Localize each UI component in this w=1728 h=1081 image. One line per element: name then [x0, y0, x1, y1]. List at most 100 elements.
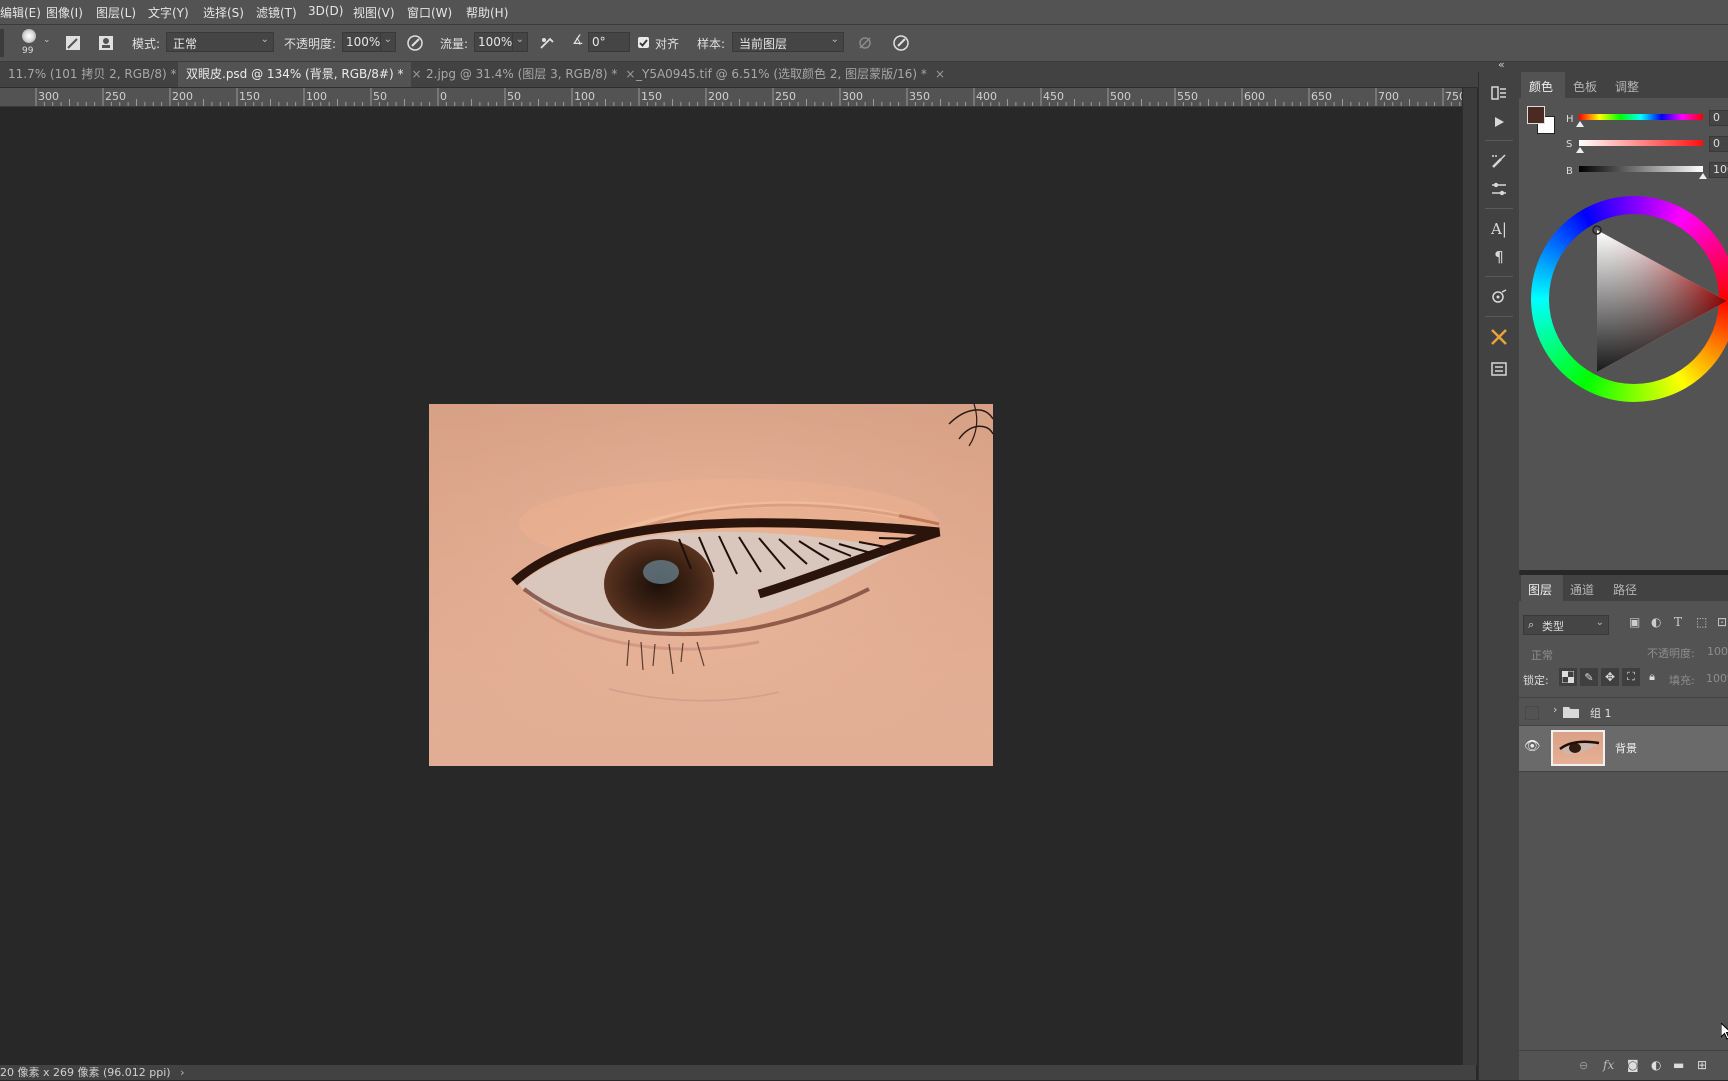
lock-all-icon[interactable]: 🔒︎ — [1643, 668, 1661, 686]
tab-document-1[interactable]: 11.7% (101 拷贝 2, RGB/8) *× — [0, 62, 195, 87]
airbrush-icon[interactable] — [537, 33, 557, 53]
filter-type-icon[interactable]: T — [1674, 615, 1682, 629]
tab-paths[interactable]: 路径 — [1613, 581, 1637, 598]
link-layers-icon[interactable]: ⊖ — [1579, 1059, 1588, 1072]
paragraph-icon[interactable]: ¶ — [1486, 244, 1512, 270]
chevron-right-icon[interactable]: › — [180, 1066, 184, 1079]
brush-picker-chevron-icon[interactable]: ⌄ — [43, 35, 51, 45]
menu-layer[interactable]: 图层(L) — [96, 4, 136, 21]
ruler-label: 450 — [1043, 90, 1064, 103]
sample-select[interactable]: 当前图层 ⌄ — [732, 32, 844, 52]
menu-3d[interactable]: 3D(D) — [308, 4, 343, 18]
opacity-dropdown[interactable]: ⌄ — [380, 32, 396, 52]
saturation-slider[interactable] — [1579, 140, 1703, 146]
tab-document-4[interactable]: _Y5A0945.tif @ 6.51% (选取颜色 2, 图层蒙版/16) *… — [628, 62, 945, 87]
filter-smart-object-icon[interactable]: ⊡ — [1717, 615, 1727, 629]
menu-bar: 编辑(E) 图像(I) 图层(L) 文字(Y) 选择(S) 滤镜(T) 3D(D… — [0, 0, 1728, 25]
filter-adjustment-icon[interactable]: ◐ — [1651, 615, 1661, 629]
menu-image[interactable]: 图像(I) — [46, 4, 83, 21]
layer-style-fx-icon[interactable]: fx — [1603, 1058, 1614, 1072]
eye-icon[interactable]: 👁︎ — [1524, 739, 1541, 754]
layer-thumbnail — [1551, 730, 1605, 766]
collapse-panels-icon[interactable]: « — [1498, 58, 1505, 71]
character-icon[interactable]: A| — [1486, 216, 1512, 242]
color-wheel[interactable] — [1531, 196, 1728, 402]
ignore-adjustment-layers-icon[interactable] — [855, 33, 875, 53]
tab-layers[interactable]: 图层 — [1528, 581, 1552, 598]
mode-select[interactable]: 正常 ⌄ — [166, 32, 274, 52]
add-mask-icon[interactable]: ◙ — [1627, 1058, 1639, 1072]
menu-edit[interactable]: 编辑(E) — [0, 4, 41, 21]
blend-mode-select[interactable]: 正常 — [1531, 647, 1553, 663]
filter-shape-icon[interactable]: ⬚ — [1696, 615, 1707, 629]
menu-view[interactable]: 视图(V) — [353, 4, 395, 21]
saturation-value[interactable]: 0 — [1709, 136, 1728, 152]
angle-icon: ∡ — [572, 33, 584, 48]
new-layer-icon[interactable]: ⊞ — [1697, 1058, 1707, 1072]
lock-image-icon[interactable]: ✎ — [1580, 668, 1598, 686]
tab-document-2[interactable]: 双眼皮.psd @ 134% (背景, RGB/8#) * × — [178, 62, 422, 87]
options-grip[interactable] — [0, 29, 4, 57]
horizontal-ruler[interactable]: 300 250 200 150 100 50 0 50 100 150 200 250 300 350 40… — [0, 88, 1462, 107]
menu-window[interactable]: 窗口(W) — [407, 4, 452, 21]
menu-help[interactable]: 帮助(H) — [466, 4, 508, 21]
tab-color[interactable]: 颜色 — [1529, 78, 1553, 95]
history-icon[interactable] — [1486, 80, 1512, 106]
status-bar: 20 像素 x 269 像素 (96.012 ppi) › — [0, 1065, 1476, 1080]
brightness-slider[interactable] — [1579, 166, 1703, 172]
menu-filter[interactable]: 滤镜(T) — [256, 4, 297, 21]
clone-source-icon[interactable] — [96, 33, 116, 53]
ruler-label: 200 — [708, 90, 729, 103]
close-icon[interactable]: × — [935, 67, 945, 81]
angle-input[interactable]: 0° — [588, 32, 630, 52]
hue-value[interactable]: 0 — [1709, 110, 1728, 126]
brightness-slider-handle[interactable] — [1699, 173, 1707, 179]
pressure-opacity-icon[interactable] — [405, 33, 425, 53]
document-canvas[interactable] — [0, 107, 1462, 1065]
tab-adjustments[interactable]: 调整 — [1615, 78, 1639, 95]
brightness-value[interactable]: 100 — [1709, 162, 1728, 178]
saturation-slider-handle[interactable] — [1576, 147, 1584, 153]
hue-slider[interactable] — [1579, 114, 1703, 120]
lock-position-icon[interactable]: ✥ — [1601, 668, 1619, 686]
document-tab-bar: 11.7% (101 拷贝 2, RGB/8) *× 双眼皮.psd @ 134… — [0, 62, 1480, 88]
layer-row-background[interactable]: 👁︎ 背景 — [1519, 725, 1728, 772]
filter-pixel-icon[interactable]: ▣ — [1629, 615, 1640, 629]
color-triangle[interactable] — [1531, 196, 1728, 402]
tab-swatches[interactable]: 色板 — [1573, 78, 1597, 95]
lock-artboard-icon[interactable]: ⛶ — [1622, 668, 1640, 686]
brush-settings-icon[interactable] — [1486, 148, 1512, 174]
lock-label: 锁定: — [1523, 674, 1549, 687]
layer-filter-select[interactable]: ⌕ 类型 ⌄ — [1523, 615, 1609, 635]
brush-presets-icon[interactable] — [1486, 176, 1512, 202]
lock-transparent-icon[interactable] — [1559, 668, 1577, 686]
tab-label: 11.7% (101 拷贝 2, RGB/8) * — [8, 67, 177, 81]
properties-icon[interactable] — [1486, 356, 1512, 382]
flow-dropdown[interactable]: ⌄ — [512, 32, 528, 52]
new-adjustment-layer-icon[interactable]: ◐ — [1651, 1058, 1661, 1072]
search-icon: ⌕ — [1528, 618, 1535, 631]
layer-row-group[interactable]: › 组 1 — [1519, 697, 1728, 726]
new-group-icon[interactable]: ▬ — [1673, 1058, 1684, 1072]
aligned-checkbox[interactable] — [638, 37, 649, 48]
foreground-color-swatch[interactable] — [1527, 106, 1545, 124]
toggle-brush-settings-icon[interactable] — [63, 33, 83, 53]
layer-opacity-value[interactable]: 100% — [1707, 645, 1728, 658]
pressure-size-icon[interactable] — [891, 33, 911, 53]
fill-value[interactable]: 100% — [1706, 672, 1728, 685]
clone-source-panel-icon[interactable] — [1486, 284, 1512, 310]
visibility-toggle[interactable] — [1525, 706, 1539, 720]
brush-preset-picker[interactable]: 99 — [18, 28, 40, 58]
mouse-cursor-icon — [1721, 1023, 1728, 1040]
actions-play-icon[interactable] — [1486, 109, 1512, 135]
menu-select[interactable]: 选择(S) — [203, 4, 244, 21]
layer-name: 组 1 — [1590, 707, 1612, 720]
hue-slider-handle[interactable] — [1576, 121, 1584, 127]
vertical-scrollbar[interactable] — [1462, 88, 1477, 1065]
tab-channels[interactable]: 通道 — [1570, 581, 1594, 598]
tool-presets-icon[interactable] — [1486, 324, 1512, 350]
menu-type[interactable]: 文字(Y) — [148, 4, 189, 21]
tab-document-3[interactable]: 2.jpg @ 31.4% (图层 3, RGB/8) * × — [418, 62, 635, 87]
brush-tip-icon — [22, 29, 36, 43]
chevron-right-icon[interactable]: › — [1553, 703, 1557, 716]
